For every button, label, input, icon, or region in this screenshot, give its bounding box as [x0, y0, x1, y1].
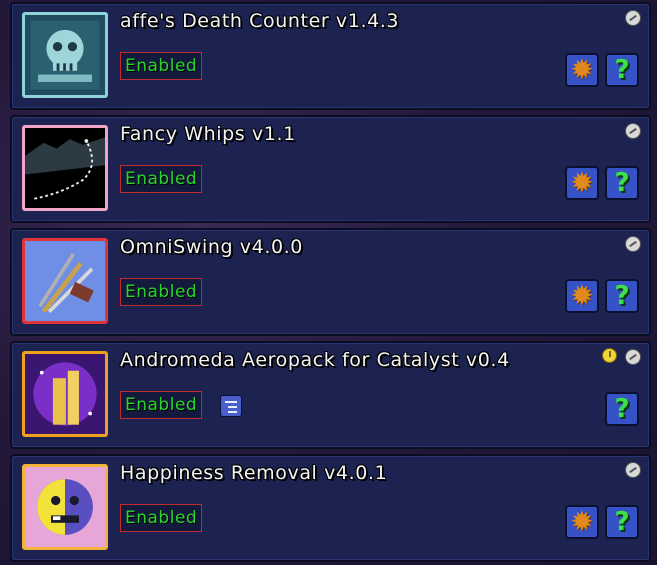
enabled-toggle[interactable]: Enabled	[120, 52, 203, 80]
config-button[interactable]: ✹	[565, 279, 599, 313]
skull-icon	[25, 15, 105, 95]
mod-thumbnail	[22, 125, 108, 211]
steam-workshop-icon	[625, 462, 641, 478]
enabled-toggle[interactable]: Enabled	[120, 504, 203, 532]
steam-workshop-icon	[625, 10, 641, 26]
config-button[interactable]: ✹	[565, 505, 599, 539]
dependencies-icon[interactable]	[220, 395, 242, 417]
mod-item-death-counter[interactable]: affe's Death Counter v1.4.3 Enabled ✹ ?	[10, 2, 651, 110]
gear-icon: ✹	[570, 279, 594, 312]
mod-title: Andromeda Aeropack for Catalyst v0.4	[120, 349, 510, 371]
enabled-toggle[interactable]: Enabled	[120, 165, 203, 193]
swords-icon	[25, 241, 105, 321]
question-mark-icon: ?	[614, 507, 630, 537]
enabled-toggle[interactable]: Enabled	[120, 391, 203, 419]
mod-thumbnail	[22, 238, 108, 324]
mod-item-happiness-removal[interactable]: Happiness Removal v4.0.1 Enabled ✹ ?	[10, 454, 651, 562]
mod-info-button[interactable]: ?	[605, 279, 639, 313]
face-icon	[25, 467, 105, 547]
question-mark-icon: ?	[614, 281, 630, 311]
whip-icon	[25, 128, 105, 208]
enabled-toggle[interactable]: Enabled	[120, 278, 203, 306]
aeropack-icon	[25, 354, 105, 434]
mod-info-button[interactable]: ?	[605, 53, 639, 87]
mod-thumbnail	[22, 464, 108, 550]
mod-info-button[interactable]: ?	[605, 505, 639, 539]
steam-workshop-icon	[625, 123, 641, 139]
gear-icon: ✹	[570, 53, 594, 86]
mod-info-button[interactable]: ?	[605, 392, 639, 426]
question-mark-icon: ?	[614, 394, 630, 424]
mod-thumbnail	[22, 12, 108, 98]
mod-item-fancy-whips[interactable]: Fancy Whips v1.1 Enabled ✹ ?	[10, 115, 651, 223]
mod-thumbnail	[22, 351, 108, 437]
config-button[interactable]: ✹	[565, 53, 599, 87]
mod-info-button[interactable]: ?	[605, 166, 639, 200]
gear-icon: ✹	[570, 505, 594, 538]
mod-item-andromeda-aeropack[interactable]: Andromeda Aeropack for Catalyst v0.4 Ena…	[10, 341, 651, 449]
mod-title: Happiness Removal v4.0.1	[120, 462, 388, 484]
question-mark-icon: ?	[614, 55, 630, 85]
steam-workshop-icon	[625, 349, 641, 365]
mod-title: affe's Death Counter v1.4.3	[120, 10, 400, 32]
clock-icon	[602, 348, 617, 363]
config-button[interactable]: ✹	[565, 166, 599, 200]
mod-title: Fancy Whips v1.1	[120, 123, 296, 145]
mod-item-omniswing[interactable]: OmniSwing v4.0.0 Enabled ✹ ?	[10, 228, 651, 336]
gear-icon: ✹	[570, 166, 594, 199]
mod-title: OmniSwing v4.0.0	[120, 236, 303, 258]
question-mark-icon: ?	[614, 168, 630, 198]
steam-workshop-icon	[625, 236, 641, 252]
